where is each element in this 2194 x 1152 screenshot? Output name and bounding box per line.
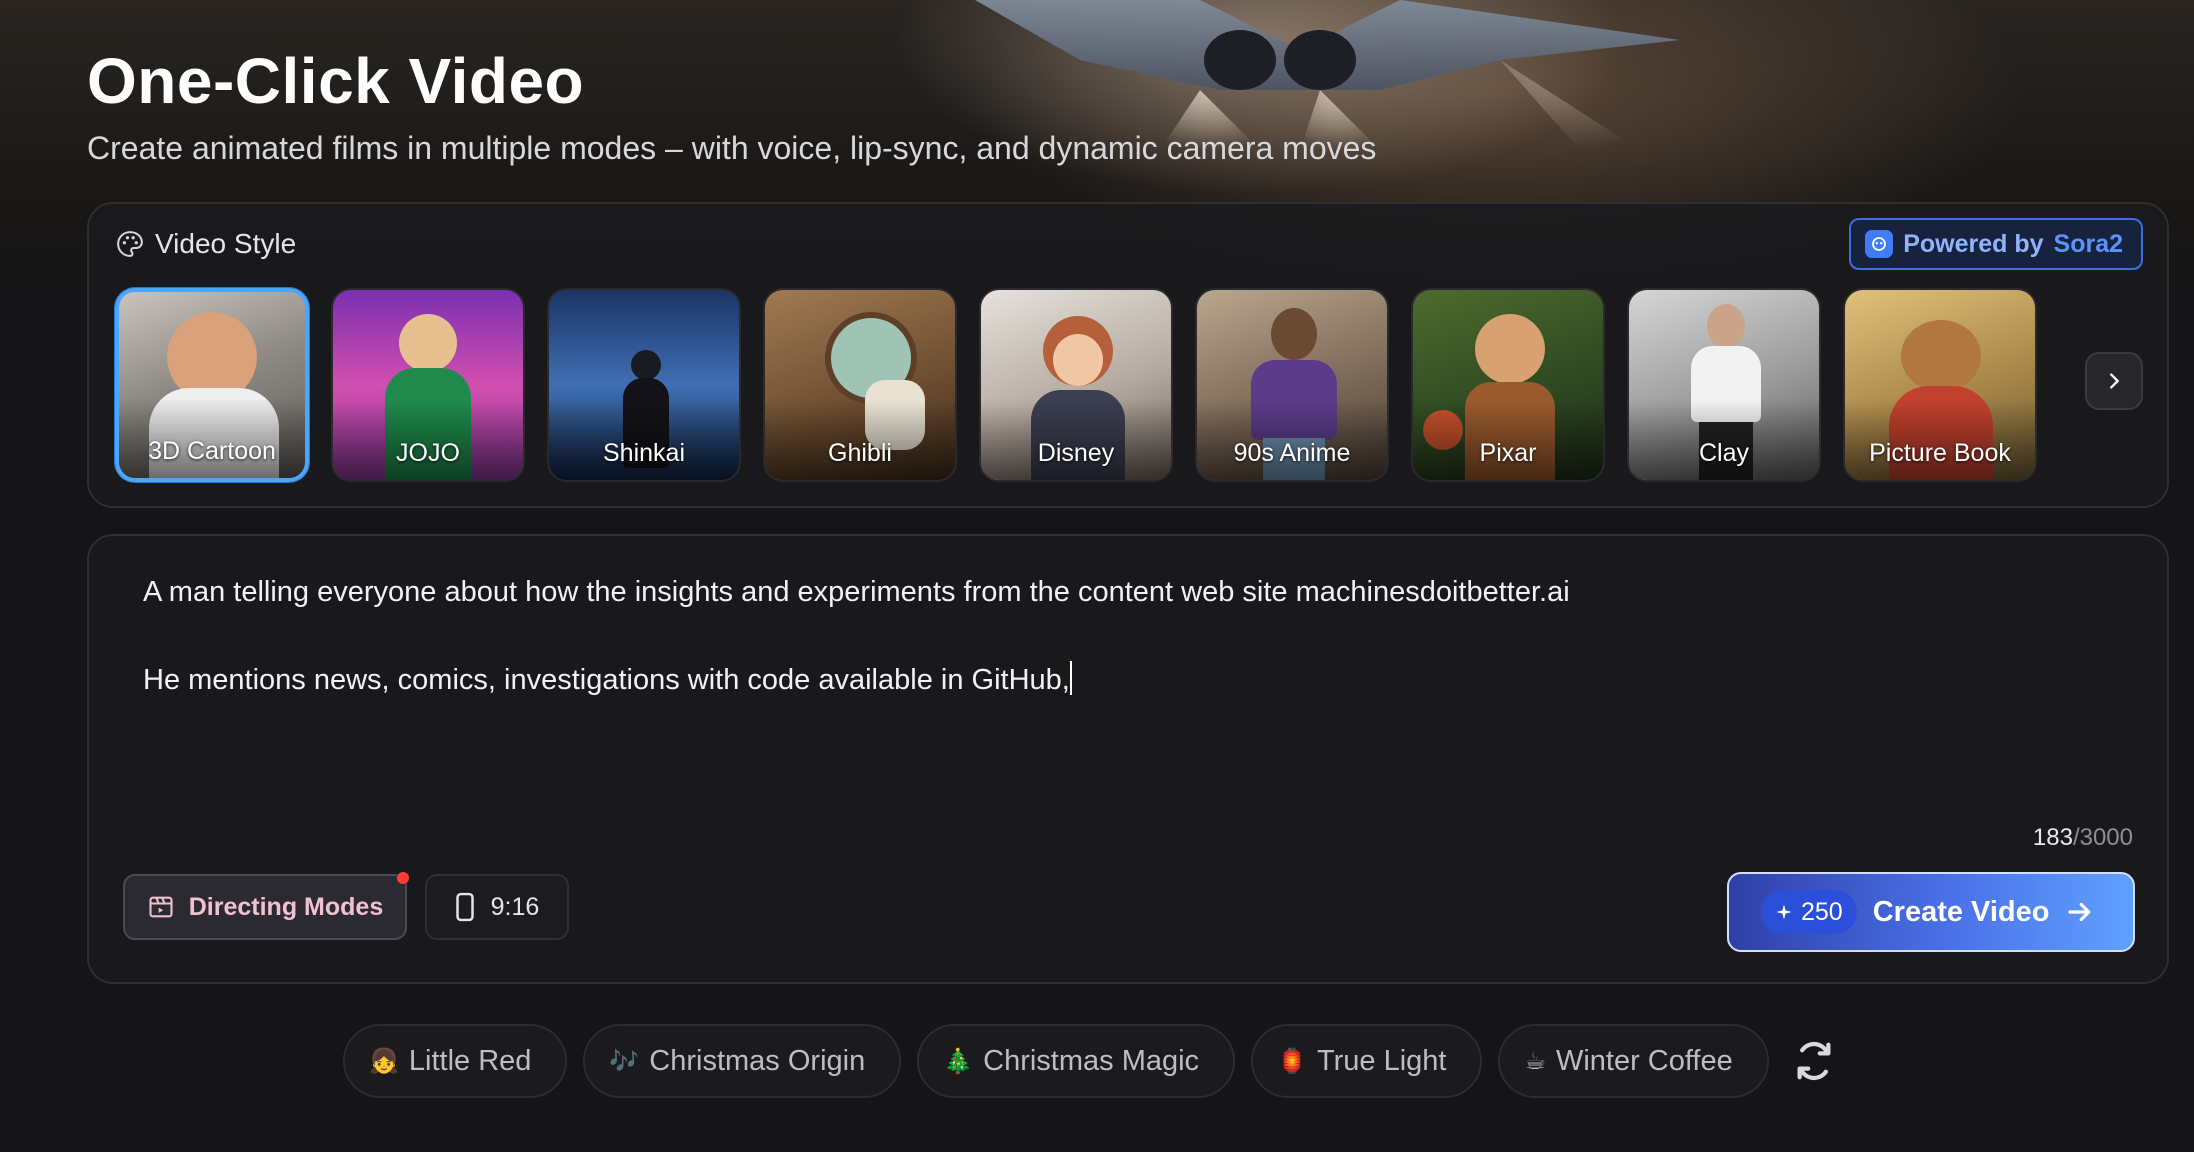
fighter-jet-illustration	[975, 0, 1680, 150]
clapperboard-icon	[149, 896, 173, 918]
suggestion-emoji: ☕	[1524, 1047, 1546, 1075]
style-card-label: Shinkai	[603, 439, 685, 467]
style-card-ghibli[interactable]: Ghibli	[763, 288, 957, 482]
arrow-right-icon	[2068, 902, 2091, 922]
page-title: One-Click Video	[87, 45, 585, 117]
refresh-suggestions-icon[interactable]	[1791, 1038, 1837, 1084]
suggestion-label: Winter Coffee	[1555, 1044, 1733, 1077]
style-card-label: JOJO	[396, 439, 460, 467]
style-card-90s-anime[interactable]: 90s Anime	[1195, 288, 1389, 482]
suggestion-chip-little-red[interactable]: 👧 Little Red	[343, 1024, 568, 1098]
style-card-label: 90s Anime	[1233, 439, 1351, 467]
prompt-textarea[interactable]: A man telling everyone about how the ins…	[143, 570, 2103, 702]
style-card-label: Disney	[1037, 439, 1115, 467]
video-style-heading: Video Style	[115, 228, 296, 260]
powered-by-brand: Sora2	[2053, 229, 2123, 258]
suggestion-chip-winter-coffee[interactable]: ☕ Winter Coffee	[1498, 1024, 1769, 1098]
chevron-right-icon	[2110, 373, 2119, 389]
character-counter: 183/3000	[2033, 824, 2133, 852]
style-card-label: Pixar	[1479, 439, 1537, 467]
page-subtitle: Create animated films in multiple modes …	[87, 130, 1377, 166]
create-video-button[interactable]: 250 Create Video	[1727, 872, 2135, 952]
powered-by-badge[interactable]: Powered by Sora2	[1849, 218, 2143, 270]
suggestion-emoji: 🎄	[943, 1047, 974, 1075]
notification-dot	[397, 872, 409, 884]
style-card-label: Ghibli	[828, 439, 892, 467]
aspect-ratio-label: 9:16	[490, 892, 540, 921]
directing-modes-button[interactable]: Directing Modes	[123, 872, 409, 940]
style-card-jojo[interactable]: JOJO	[331, 288, 525, 482]
character-count: 183	[2032, 824, 2073, 851]
credit-cost-badge: 250	[1761, 890, 1857, 934]
style-card-3d-cartoon[interactable]: 3D Cartoon	[115, 288, 309, 482]
style-card-pixar[interactable]: Pixar	[1411, 288, 1605, 482]
suggestion-label: Little Red	[408, 1044, 532, 1077]
style-card-label: Clay	[1698, 439, 1749, 467]
suggestion-emoji: 🎶	[609, 1047, 640, 1075]
palette-icon	[117, 231, 143, 257]
suggestion-emoji: 👧	[369, 1047, 399, 1075]
prompt-text-value: A man telling everyone about how the ins…	[143, 576, 1570, 696]
text-caret	[1069, 661, 1072, 695]
style-card-label: 3D Cartoon	[148, 437, 276, 465]
styles-next-button[interactable]	[2085, 352, 2143, 410]
suggestion-chip-true-light[interactable]: 🏮 True Light	[1251, 1024, 1483, 1098]
video-style-panel: Video Style Powered by Sora2 3D Cartoon …	[87, 202, 2169, 508]
powered-by-prefix: Powered by	[1903, 229, 2044, 258]
style-card-disney[interactable]: Disney	[979, 288, 1173, 482]
suggestion-label: Christmas Origin	[649, 1044, 866, 1077]
prompt-suggestions: 👧 Little Red 🎶 Christmas Origin 🎄 Christ…	[343, 1024, 1837, 1098]
style-card-picture-book[interactable]: Picture Book	[1843, 288, 2037, 482]
prompt-panel: A man telling everyone about how the ins…	[87, 534, 2169, 984]
character-max: /3000	[2072, 824, 2133, 851]
sparkle-icon	[1776, 904, 1792, 920]
style-card-label: Picture Book	[1869, 439, 2011, 467]
video-style-label: Video Style	[155, 228, 297, 259]
style-card-clay[interactable]: Clay	[1627, 288, 1821, 482]
suggestion-label: Christmas Magic	[983, 1044, 1200, 1077]
phone-portrait-icon	[455, 892, 474, 922]
directing-modes-label: Directing Modes	[188, 892, 384, 921]
suggestion-label: True Light	[1316, 1044, 1447, 1077]
suggestion-emoji: 🏮	[1277, 1047, 1307, 1075]
aspect-ratio-button[interactable]: 9:16	[425, 874, 569, 940]
create-video-label: Create Video	[1872, 895, 2050, 928]
suggestion-chip-christmas-origin[interactable]: 🎶 Christmas Origin	[583, 1024, 902, 1098]
style-thumbnail-row: 3D Cartoon JOJO Shinkai Ghibli Disney 90…	[115, 288, 2037, 482]
suggestion-chip-christmas-magic[interactable]: 🎄 Christmas Magic	[917, 1024, 1236, 1098]
style-card-shinkai[interactable]: Shinkai	[547, 288, 741, 482]
credit-cost-value: 250	[1801, 897, 1843, 926]
sora-logo-icon	[1865, 230, 1894, 258]
